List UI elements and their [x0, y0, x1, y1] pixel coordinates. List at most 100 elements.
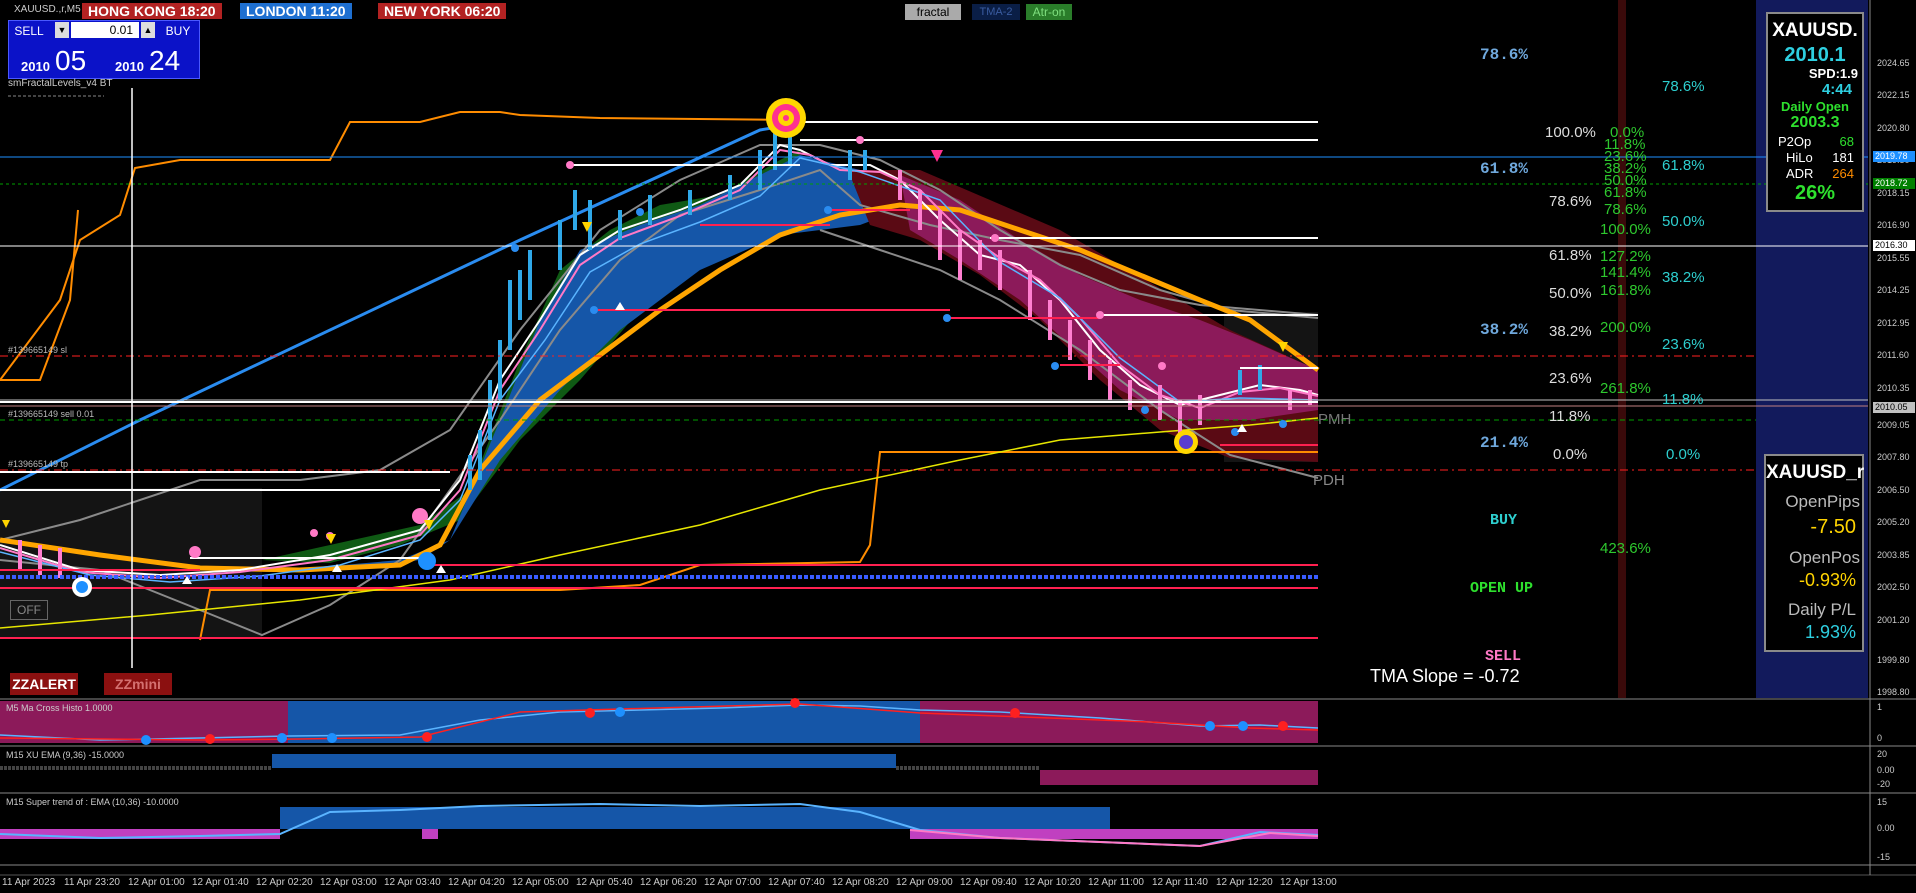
- price-axis-label: 2020.80: [1877, 123, 1910, 133]
- time-axis-label: 12 Apr 02:20: [256, 877, 313, 888]
- sell-price[interactable]: 2010 05: [11, 43, 103, 77]
- time-axis-label: 12 Apr 07:00: [704, 877, 761, 888]
- fib-mid-label: 11.8%: [1549, 408, 1591, 425]
- info-symbol: XAUUSD.: [1772, 20, 1858, 41]
- fib-mid-label: 100.0%: [1545, 124, 1596, 141]
- time-axis-label: 11 Apr 2023: [2, 877, 56, 888]
- time-axis-label: 12 Apr 11:00: [1088, 877, 1144, 888]
- indicator-label: smFractalLevels_v4 BT: [8, 78, 113, 89]
- buy-price[interactable]: 2010 24: [105, 43, 197, 77]
- time-axis-label: 12 Apr 04:20: [448, 877, 505, 888]
- info-time: 4:44: [1821, 81, 1852, 98]
- open-up-signal: OPEN UP: [1470, 580, 1534, 597]
- lot-size-input[interactable]: 0.01: [71, 22, 139, 38]
- tma-button[interactable]: TMA-2: [972, 4, 1020, 20]
- time-axis-label: 12 Apr 06:20: [640, 877, 697, 888]
- subpanel-axis-label: -20: [1877, 779, 1891, 789]
- price-tag: 2016.30: [1873, 240, 1915, 251]
- time-axis-label: 12 Apr 10:20: [1024, 877, 1081, 888]
- symbol-title: XAUUSD.,r,M5: [14, 4, 81, 15]
- fib-cyan-label: 38.2%: [1662, 269, 1705, 286]
- info-daily-open-value: 2003.3: [1790, 114, 1840, 131]
- time-axis-label: 12 Apr 07:40: [768, 877, 825, 888]
- symbol-info-box: XAUUSD. 2010.1 SPD:1.9 4:44 Daily Open 2…: [1766, 12, 1864, 212]
- time-axis-label: 11 Apr 23:20: [64, 877, 120, 888]
- fib-mid-label: 78.6%: [1549, 193, 1592, 210]
- fib-ext-label: 78.6%: [1604, 201, 1647, 218]
- price-tag: 2019.78: [1873, 151, 1915, 162]
- time-axis-label: 12 Apr 03:40: [384, 877, 441, 888]
- info-adr-percent: 26%: [1794, 182, 1836, 204]
- fib-cyan-label: 11.8%: [1662, 391, 1704, 408]
- subpanel-axis-label: 0.00: [1877, 823, 1895, 833]
- pos-open-pips-value: -7.50: [1810, 516, 1856, 538]
- position-info-box: XAUUSD_r OpenPips -7.50 OpenPos -0.93% D…: [1764, 454, 1864, 652]
- info-row-value: 68: [1839, 134, 1854, 149]
- info-row-value: 181: [1832, 150, 1854, 165]
- clock-london: LONDON 11:20: [240, 3, 352, 19]
- price-axis-label: 2006.50: [1877, 485, 1910, 495]
- buy-price-pips: 24: [149, 45, 181, 76]
- price-axis-label: 2003.85: [1877, 550, 1910, 560]
- price-axis-label: 2014.25: [1877, 285, 1910, 295]
- pos-open-pips-label: OpenPips: [1785, 492, 1860, 511]
- zz-mini-button[interactable]: ZZmini: [104, 673, 172, 695]
- pos-daily-pl-value: 1.93%: [1804, 622, 1856, 642]
- buy-button[interactable]: BUY: [159, 22, 197, 40]
- time-axis-label: 12 Apr 08:20: [832, 877, 889, 888]
- price-axis-label: 2015.55: [1877, 253, 1910, 263]
- subpanel-axis-label: 15: [1877, 797, 1888, 807]
- sell-price-pips: 05: [55, 45, 87, 76]
- fib-left-label: 78.6%: [1480, 46, 1529, 64]
- time-axis-label: 12 Apr 05:40: [576, 877, 633, 888]
- pos-open-pos-value: -0.93%: [1798, 570, 1856, 590]
- lot-increase-button[interactable]: ▲: [141, 22, 155, 38]
- time-axis-label: 12 Apr 11:40: [1152, 877, 1208, 888]
- subpanel-title: M15 XU EMA (9,36) -15.0000: [6, 750, 125, 760]
- sell-signal: SELL: [1485, 648, 1522, 665]
- buy-price-handle: 2010: [115, 59, 144, 74]
- time-axis-label: 12 Apr 12:20: [1216, 877, 1273, 888]
- fib-ext-label: 141.4%: [1600, 264, 1651, 281]
- fractal-button[interactable]: fractal: [905, 4, 961, 20]
- fib-ext-label: 161.8%: [1600, 282, 1651, 299]
- price-axis-label: 2024.65: [1877, 58, 1910, 68]
- fib-mid-label: 0.0%: [1553, 446, 1588, 463]
- fib-mid-label: 23.6%: [1549, 370, 1592, 387]
- price-axis-label: 2016.90: [1877, 220, 1910, 230]
- fib-cyan-label: 78.6%: [1662, 78, 1705, 95]
- price-axis-label: 2011.60: [1877, 350, 1909, 360]
- subpanel-title: M5 Ma Cross Histo 1.0000: [6, 703, 113, 713]
- time-axis-label: 12 Apr 01:00: [128, 877, 185, 888]
- price-axis-label: 2009.05: [1877, 420, 1910, 430]
- clock-hong-kong: HONG KONG 18:20: [82, 3, 222, 19]
- off-button[interactable]: OFF: [10, 600, 48, 620]
- zz-alert-button[interactable]: ZZALERT: [10, 673, 78, 695]
- fib-ext-label: 423.6%: [1600, 540, 1651, 557]
- pmh-label: PMH: [1318, 411, 1352, 428]
- subpanel-axis-label: 0.00: [1877, 765, 1895, 775]
- atr-button[interactable]: Atr-on: [1026, 4, 1072, 20]
- price-axis-label: 2018.15: [1877, 188, 1910, 198]
- order-sl-label: #139665149 sl: [8, 345, 68, 355]
- time-axis-label: 12 Apr 01:40: [192, 877, 249, 888]
- fib-ext-label: 100.0%: [1600, 221, 1651, 238]
- pos-symbol: XAUUSD_r: [1766, 462, 1865, 483]
- price-axis-label: 2002.50: [1877, 582, 1910, 592]
- fib-ext-label: 61.8%: [1604, 184, 1647, 201]
- fib-left-label: 38.2%: [1480, 321, 1529, 339]
- fib-ext-label: 261.8%: [1600, 380, 1651, 397]
- price-tag: 2010.05: [1873, 402, 1915, 413]
- fib-ext-label: 200.0%: [1600, 319, 1651, 336]
- price-axis-label: 2007.80: [1877, 452, 1910, 462]
- subpanel-axis-label: 0: [1877, 733, 1883, 743]
- buy-signal: BUY: [1490, 512, 1518, 529]
- sell-button[interactable]: SELL: [11, 22, 47, 40]
- one-click-trade-panel: SELL ▼ 0.01 ▲ BUY 2010 05 2010 24: [8, 20, 200, 79]
- lot-decrease-button[interactable]: ▼: [55, 22, 69, 38]
- tma-slope-label: TMA Slope = -0.72: [1370, 666, 1520, 686]
- order-tp-label: #139665149 tp: [8, 459, 69, 469]
- fib-cyan-label: 0.0%: [1666, 446, 1701, 463]
- info-spread: SPD:1.9: [1808, 66, 1858, 81]
- fib-cyan-label: 23.6%: [1662, 336, 1705, 353]
